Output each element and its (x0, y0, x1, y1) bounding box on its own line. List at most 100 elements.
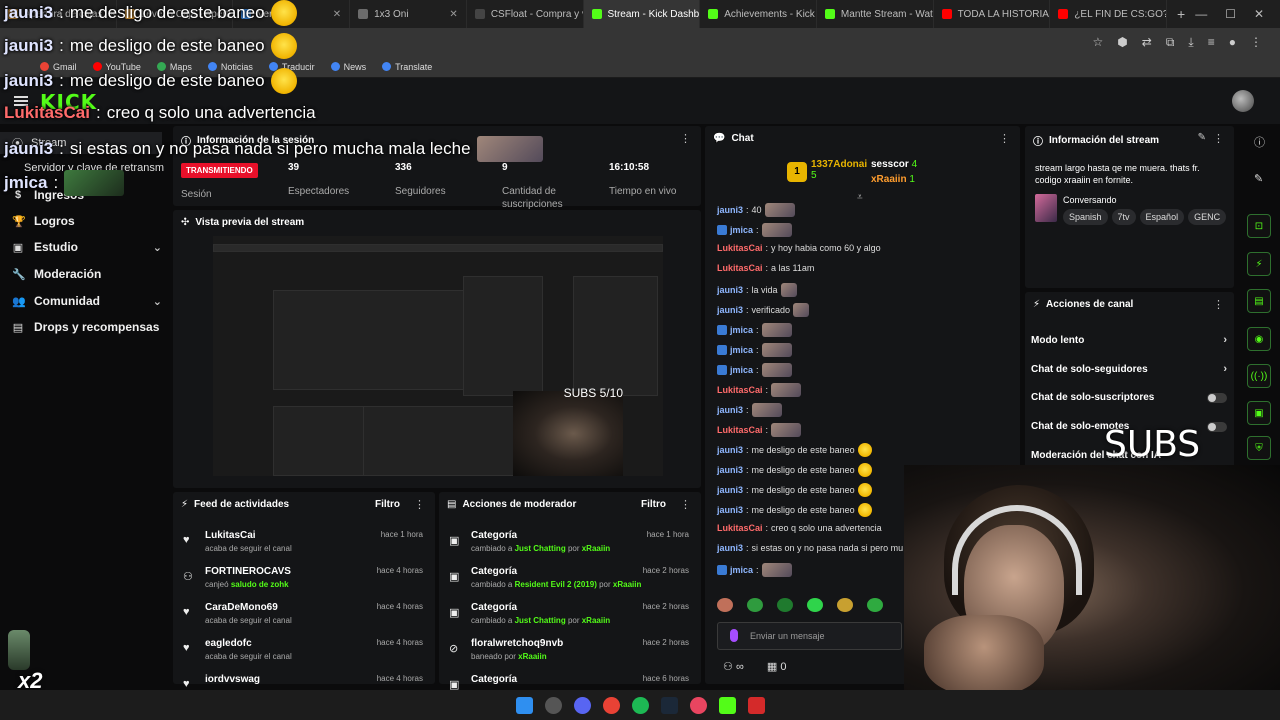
stream-tag[interactable]: GENC (1188, 209, 1227, 225)
feed-row[interactable]: ♥ eagledofc hace 4 horas acaba de seguir el… (179, 636, 429, 670)
new-tab-icon[interactable]: + (1167, 6, 1195, 22)
chat-message[interactable]: jmica: (717, 563, 792, 577)
sidebar-item-logros[interactable]: 🏆 Logros (12, 214, 162, 228)
chat-username[interactable]: LukitasCai (717, 263, 763, 273)
search-icon[interactable] (544, 696, 562, 714)
stream-tag[interactable]: Spanish (1063, 209, 1108, 225)
kebab-menu-icon[interactable]: ⋮ (1213, 132, 1224, 145)
maximize-icon[interactable]: ☐ (1225, 7, 1236, 21)
close-window-icon[interactable]: ✕ (1254, 7, 1264, 21)
chat-username[interactable]: jmica (730, 325, 753, 335)
browser-tab[interactable]: CSFloat - Compra y v✕ (467, 0, 584, 28)
chat-username[interactable]: jauni3 (717, 485, 743, 495)
chat-username[interactable]: LukitasCai (717, 425, 763, 435)
browser-tab[interactable]: ¿EL FIN DE CS:GO? -✕ (1050, 0, 1168, 28)
reading-list-icon[interactable]: ≡ (1208, 35, 1215, 50)
kebab-menu-icon[interactable]: ⋮ (680, 132, 691, 145)
stream-tag[interactable]: 7tv (1111, 209, 1136, 225)
channel-action-chat-de-solo-seguidores[interactable]: Chat de solo-seguidores › (1031, 363, 1227, 375)
minimize-icon[interactable]: — (1195, 7, 1207, 21)
profile-icon[interactable]: ● (1229, 35, 1236, 50)
chat-message[interactable]: jauni3: me desligo de este baneo (717, 443, 872, 457)
discord-icon[interactable] (573, 696, 591, 714)
steam-icon[interactable] (660, 696, 678, 714)
chat-username[interactable]: jmica (730, 225, 753, 235)
emote-icon[interactable] (807, 598, 823, 612)
chrome-icon[interactable] (602, 696, 620, 714)
chat-message[interactable]: jauni3: me desligo de este baneo (717, 503, 872, 517)
chat-message[interactable]: LukitasCai: y hoy habia como 60 y algo (717, 243, 881, 253)
chat-username[interactable]: LukitasCai (717, 243, 763, 253)
chat-username[interactable]: jmica (730, 365, 753, 375)
feed-row[interactable]: ♥ LukitasCai hace 1 hora acaba de seguir el… (179, 528, 429, 562)
toggle-switch[interactable] (1207, 392, 1227, 403)
poll-icon[interactable]: ▤ (1247, 289, 1271, 313)
emote-icon[interactable] (837, 598, 853, 612)
browser-tab[interactable]: 1x3 Oni ✕ (350, 0, 467, 28)
stream-preview-video[interactable]: SUBS 5/10 (213, 236, 663, 476)
feed-filter-button[interactable]: Filtro (375, 499, 400, 510)
leaderboard-first[interactable]: 1337Adonai 5 (811, 159, 867, 181)
chat-message[interactable]: jmica: (717, 363, 792, 377)
kebab-menu-icon[interactable]: ⋮ (999, 132, 1010, 145)
emote-icon[interactable] (747, 598, 763, 612)
download-icon[interactable]: ⤓ (1188, 35, 1193, 50)
chat-username[interactable]: jauni3 (717, 405, 743, 415)
channel-action-chat-de-solo-suscriptores[interactable]: Chat de solo-suscriptores (1031, 392, 1227, 403)
sidebar-item-drops[interactable]: ▤ Drops y recompensas (12, 320, 162, 334)
chat-message[interactable]: jauni3:40 (717, 203, 795, 217)
kebab-menu-icon[interactable]: ⋮ (680, 498, 691, 511)
close-icon[interactable]: ✕ (449, 9, 457, 20)
chat-icon[interactable]: ◉ (1247, 327, 1271, 351)
feed-row[interactable]: ♥ CaraDeMono69 hace 4 horas acaba de seguir… (179, 600, 429, 634)
chat-username[interactable]: jauni3 (717, 445, 743, 455)
chat-message[interactable]: LukitasCai: creo q solo una advertencia (717, 523, 882, 533)
bookmark-item[interactable]: News (330, 62, 366, 72)
edit-pencil-icon[interactable]: ✎ (1254, 172, 1263, 185)
kebab-menu-icon[interactable]: ⋮ (1213, 298, 1224, 311)
channel-action-modo-lento[interactable]: Modo lento › (1031, 334, 1227, 346)
browser-tab[interactable]: TODA LA HISTORIA D✕ (934, 0, 1051, 28)
chat-message[interactable]: jauni3: (717, 403, 782, 417)
chat-message[interactable]: jauni3: verificado (717, 303, 810, 317)
kebab-menu-icon[interactable]: ⋮ (414, 498, 425, 511)
stream-tag[interactable]: Español (1139, 209, 1185, 225)
chat-username[interactable]: LukitasCai (717, 523, 763, 533)
chat-username[interactable]: LukitasCai (717, 385, 763, 395)
mod-action-row[interactable]: ▣ Categoría hace 1 hora cambiado a Just Cha… (445, 528, 695, 562)
chevron-right-icon[interactable]: › (1223, 363, 1227, 375)
chat-message[interactable]: jauni3: me desligo de este baneo (717, 483, 872, 497)
puzzle-icon[interactable]: ⧉ (1166, 35, 1175, 50)
extension-icon[interactable]: ⬢ (1117, 35, 1127, 50)
user-avatar[interactable] (1232, 90, 1254, 112)
browser-tab[interactable]: Achievements - Kick✕ (700, 0, 817, 28)
mod-action-row[interactable]: ⊘ floralwretchoq9nvb hace 2 horas baneado p… (445, 636, 695, 670)
windows-start-icon[interactable] (515, 696, 533, 714)
chat-message[interactable]: jauni3: me desligo de este baneo (717, 463, 872, 477)
bookmark-star-icon[interactable]: ☆ (1093, 35, 1104, 50)
info-icon[interactable]: ⓘ (1254, 134, 1265, 150)
bookmark-item[interactable]: Translate (382, 62, 432, 72)
chat-message[interactable]: jmica: (717, 343, 792, 357)
emote-icon[interactable] (867, 598, 883, 612)
chat-username[interactable]: jauni3 (717, 465, 743, 475)
microphone-icon[interactable] (730, 629, 738, 642)
sidebar-item-comunidad[interactable]: 👥 Comunidad ⌄ (12, 294, 162, 308)
raid-icon[interactable]: ▣ (1247, 401, 1271, 425)
chat-message[interactable]: LukitasCai: (717, 423, 802, 437)
browser-tab[interactable]: Mantte Stream - Wat✕ (817, 0, 934, 28)
chevron-down-icon[interactable]: ⌄ (153, 295, 162, 308)
close-icon[interactable]: ✕ (333, 9, 341, 20)
translate-icon[interactable]: ⇄ (1142, 35, 1152, 50)
chat-message[interactable]: LukitasCai: (717, 383, 802, 397)
chat-message[interactable]: jauni3: si estas on y no pasa nada si per… (717, 543, 903, 553)
clip-icon[interactable]: ⊡ (1247, 214, 1271, 238)
mod-action-row[interactable]: ▣ Categoría hace 2 horas cambiado a Residen… (445, 564, 695, 598)
browser-tab[interactable]: Stream - Kick Dashb✕ (583, 0, 701, 28)
chevron-right-icon[interactable]: › (1223, 334, 1227, 346)
collapse-leaderboard-icon[interactable]: ⩡ (857, 192, 863, 203)
chat-message[interactable]: jmica: (717, 323, 792, 337)
opera-icon[interactable] (689, 696, 707, 714)
mod-action-row[interactable]: ▣ Categoría hace 2 horas cambiado a Just Ch… (445, 600, 695, 634)
chevron-down-icon[interactable]: ⌄ (153, 241, 162, 254)
